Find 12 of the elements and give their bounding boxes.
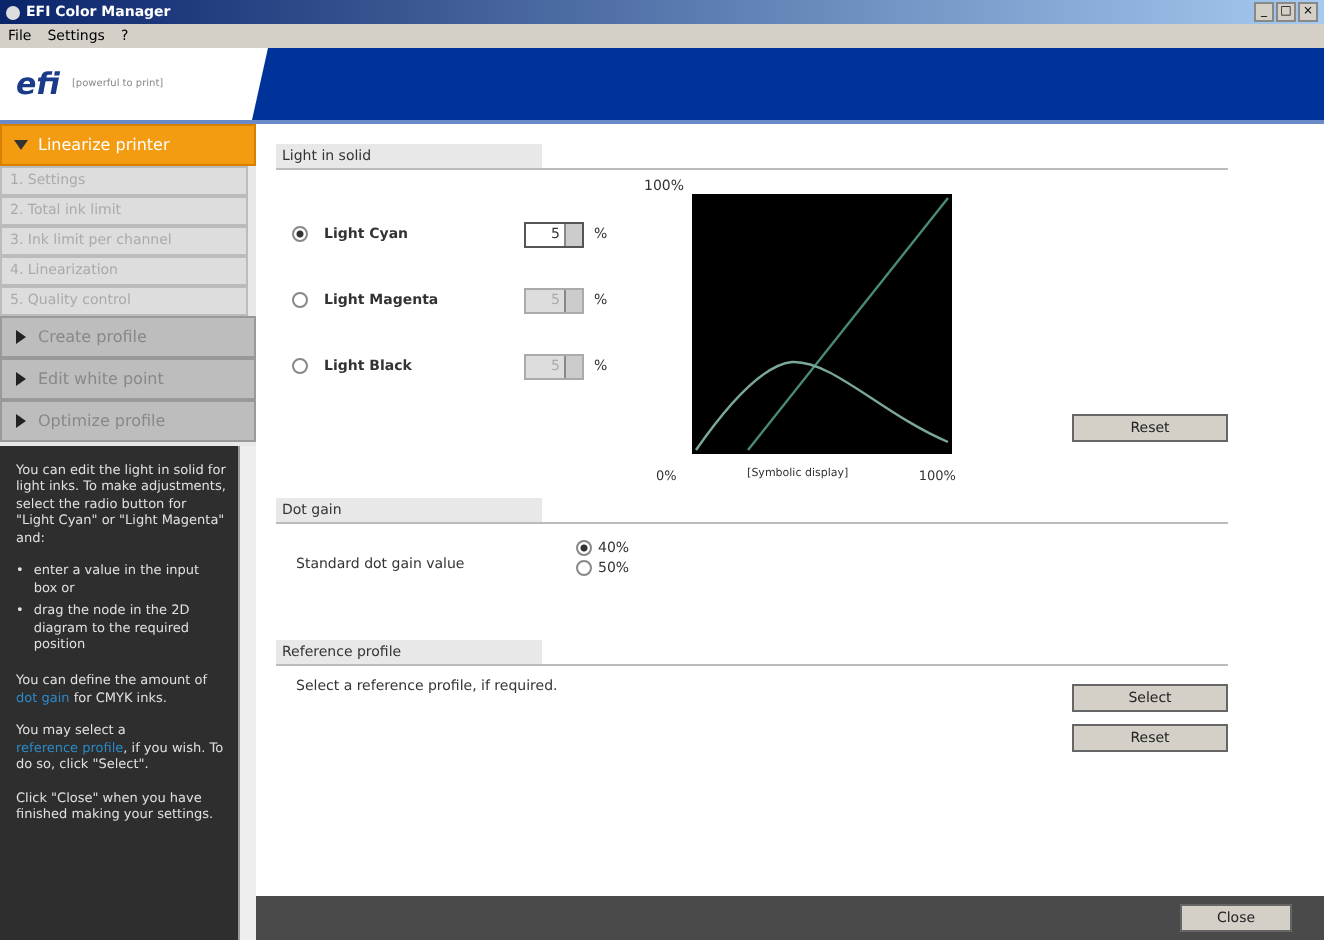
triangle-icon bbox=[14, 138, 28, 152]
app-icon bbox=[6, 5, 20, 19]
logo: efi bbox=[16, 66, 60, 102]
sidebar-section[interactable]: Linearize printer bbox=[0, 124, 256, 166]
scrollbar[interactable] bbox=[238, 446, 256, 940]
triangle-icon bbox=[14, 414, 28, 428]
radio-button[interactable] bbox=[576, 560, 592, 576]
radio-button[interactable] bbox=[292, 226, 308, 242]
triangle-icon bbox=[14, 372, 28, 386]
curve-diagram[interactable] bbox=[692, 194, 952, 454]
triangle-icon bbox=[14, 330, 28, 344]
radio-button[interactable] bbox=[576, 540, 592, 556]
